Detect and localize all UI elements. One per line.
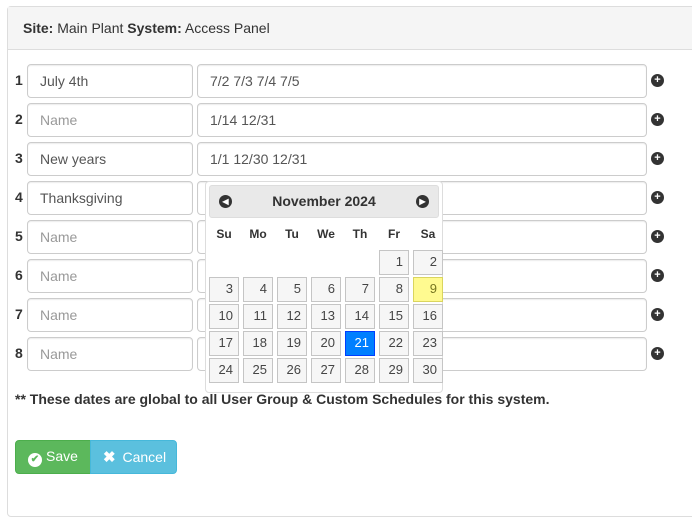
calendar-day[interactable]: 30 xyxy=(413,358,443,383)
system-label: System: xyxy=(127,20,182,36)
calendar-day[interactable]: 12 xyxy=(277,304,307,329)
weekday-header: Sa xyxy=(420,227,436,241)
calendar-day[interactable]: 26 xyxy=(277,358,307,383)
holiday-name-input[interactable] xyxy=(27,220,193,254)
holiday-name-input[interactable] xyxy=(27,298,193,332)
row-number: 2 xyxy=(15,111,23,127)
calendar-day[interactable]: 19 xyxy=(277,331,307,356)
holiday-name-input[interactable] xyxy=(27,259,193,293)
calendar-day[interactable]: 7 xyxy=(345,277,375,302)
row-number: 3 xyxy=(15,150,23,166)
check-circle-icon: ✔ xyxy=(28,453,42,467)
calendar-day[interactable]: 16 xyxy=(413,304,443,329)
row-number: 8 xyxy=(15,345,23,361)
plus-circle-icon[interactable]: + xyxy=(651,347,664,360)
calendar-day[interactable]: 18 xyxy=(243,331,273,356)
weekday-header: Fr xyxy=(388,227,400,241)
datepicker-weekdays: Su Mo Tu We Th Fr Sa xyxy=(209,218,439,250)
calendar-day[interactable]: 10 xyxy=(209,304,239,329)
datepicker-title: November 2024 xyxy=(272,193,376,209)
cancel-button[interactable]: ✖ Cancel xyxy=(90,440,177,474)
calendar-day[interactable]: 3 xyxy=(209,277,239,302)
calendar-day[interactable]: 15 xyxy=(379,304,409,329)
weekday-header: Th xyxy=(352,227,368,241)
site-label: Site: xyxy=(23,20,54,36)
calendar-day[interactable]: 9 xyxy=(413,277,443,302)
weekday-header: We xyxy=(317,227,335,241)
calendar-day[interactable]: 21 xyxy=(345,331,375,356)
plus-circle-icon[interactable]: + xyxy=(651,269,664,282)
holiday-name-input[interactable] xyxy=(27,181,193,215)
calendar-day[interactable]: 11 xyxy=(243,304,273,329)
holiday-dates-input[interactable] xyxy=(197,103,647,137)
close-icon: ✖ xyxy=(103,449,116,466)
global-dates-note: ** These dates are global to all User Gr… xyxy=(15,391,550,407)
holiday-name-input[interactable] xyxy=(27,337,193,371)
holiday-name-input[interactable] xyxy=(27,103,193,137)
datepicker-header: ◀ November 2024 ▶ xyxy=(209,185,439,218)
plus-circle-icon[interactable]: + xyxy=(651,152,664,165)
calendar-day[interactable]: 29 xyxy=(379,358,409,383)
holiday-dates-input[interactable] xyxy=(197,142,647,176)
calendar-day[interactable]: 13 xyxy=(311,304,341,329)
calendar-day[interactable]: 23 xyxy=(413,331,443,356)
calendar-day[interactable]: 20 xyxy=(311,331,341,356)
row-number: 1 xyxy=(15,72,23,88)
plus-circle-icon[interactable]: + xyxy=(651,191,664,204)
row-number: 4 xyxy=(15,189,23,205)
plus-circle-icon[interactable]: + xyxy=(651,308,664,321)
holiday-dates-input[interactable] xyxy=(197,64,647,98)
calendar-day[interactable]: 1 xyxy=(379,250,409,275)
calendar-day[interactable]: 28 xyxy=(345,358,375,383)
row-number: 6 xyxy=(15,267,23,283)
calendar-day[interactable]: 17 xyxy=(209,331,239,356)
plus-circle-icon[interactable]: + xyxy=(651,113,664,126)
calendar-day[interactable]: 22 xyxy=(379,331,409,356)
site-value: Main Plant xyxy=(57,20,124,36)
calendar-day[interactable]: 14 xyxy=(345,304,375,329)
calendar-day[interactable]: 5 xyxy=(277,277,307,302)
datepicker: ◀ November 2024 ▶ Su Mo Tu We Th Fr Sa 1234567… xyxy=(205,181,443,393)
save-label: Save xyxy=(46,448,78,464)
cancel-label: Cancel xyxy=(122,449,167,465)
calendar-day[interactable]: 27 xyxy=(311,358,341,383)
plus-circle-icon[interactable]: + xyxy=(651,74,664,87)
plus-circle-icon[interactable]: + xyxy=(651,230,664,243)
calendar-day[interactable]: 2 xyxy=(413,250,443,275)
system-value: Access Panel xyxy=(184,20,270,36)
weekday-header: Su xyxy=(216,227,232,241)
weekday-header: Tu xyxy=(285,227,299,241)
calendar-day[interactable]: 6 xyxy=(311,277,341,302)
next-month-icon[interactable]: ▶ xyxy=(416,195,429,208)
calendar-day[interactable]: 4 xyxy=(243,277,273,302)
row-number: 5 xyxy=(15,228,23,244)
prev-month-icon[interactable]: ◀ xyxy=(219,195,232,208)
calendar-day[interactable]: 25 xyxy=(243,358,273,383)
calendar-day[interactable]: 24 xyxy=(209,358,239,383)
calendar-day[interactable]: 8 xyxy=(379,277,409,302)
panel-heading: Site: Main Plant System: Access Panel xyxy=(8,7,692,50)
weekday-header: Mo xyxy=(249,227,267,241)
holiday-name-input[interactable] xyxy=(27,64,193,98)
row-number: 7 xyxy=(15,306,23,322)
save-button[interactable]: ✔ Save xyxy=(15,440,91,474)
holiday-name-input[interactable] xyxy=(27,142,193,176)
